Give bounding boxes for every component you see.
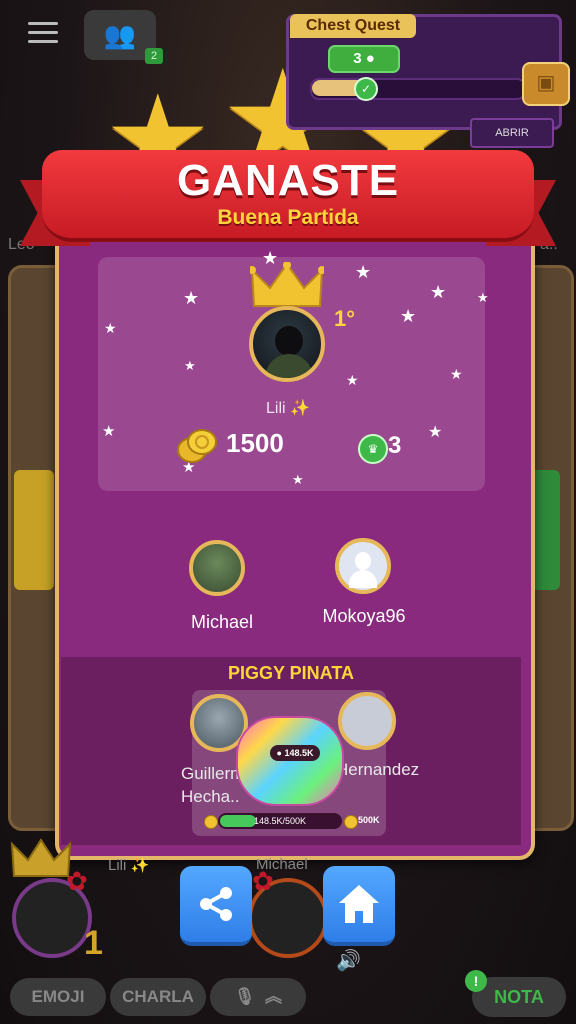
crown-token-icon: ♛ xyxy=(358,434,388,464)
check-icon: ✓ xyxy=(354,77,378,101)
player-name: Michael xyxy=(190,612,254,632)
sparkle-icon: ★ xyxy=(346,372,359,388)
friends-badge: 2 xyxy=(145,48,163,64)
coin-icon: ● xyxy=(365,50,375,67)
background-bottom-name: Lili ✨ xyxy=(108,857,150,874)
winner-avatar xyxy=(249,306,325,382)
coin-icon xyxy=(204,815,218,829)
bottom-player-rank: 1 xyxy=(84,924,103,962)
pinata-max-label: 500K xyxy=(358,815,380,825)
rose-icon: ✿ xyxy=(252,866,274,896)
emoji-button[interactable]: EMOJI xyxy=(10,978,106,1016)
sparkle-icon: ★ xyxy=(477,290,489,305)
mic-muted-icon: 🎙 xyxy=(233,987,256,1006)
pinata-player-avatar-placeholder xyxy=(338,692,396,750)
chest-quest-progress-fill xyxy=(312,80,360,96)
winner-name: Lili ✨ xyxy=(266,400,310,417)
mic-toggle[interactable]: 🎙 ︽ xyxy=(210,978,306,1016)
player-name: Mokoya96 xyxy=(322,606,406,626)
home-button[interactable] xyxy=(323,866,395,946)
coin-icon xyxy=(344,815,358,829)
crown-icon xyxy=(10,838,72,877)
note-badge: ! xyxy=(465,970,487,992)
menu-icon[interactable] xyxy=(28,22,58,44)
winner-crowns: 3 xyxy=(388,432,402,459)
speaker-icon[interactable]: 🔊 xyxy=(336,948,361,973)
sparkle-icon: ★ xyxy=(355,262,372,282)
winner-coins: 1500 xyxy=(226,428,284,458)
treasure-chest-icon[interactable]: ▣ xyxy=(522,62,570,106)
pinata-progress-label: 148.5K/500K xyxy=(253,816,307,826)
sparkle-icon: ★ xyxy=(104,320,117,336)
result-title: GANASTE xyxy=(176,156,400,205)
chevron-up-icon[interactable]: ︽ xyxy=(265,987,282,1006)
home-icon xyxy=(339,885,379,923)
chat-button[interactable]: CHARLA xyxy=(110,978,206,1016)
rose-icon: ✿ xyxy=(66,866,88,896)
pinata-title: PIGGY PINATA xyxy=(227,663,355,683)
result-subtitle: Buena Partida xyxy=(217,206,359,229)
player-avatar xyxy=(189,540,245,596)
pinata-player-right-name: Hernandez xyxy=(336,760,420,779)
friends-icon: 👥 xyxy=(103,20,137,50)
sparkle-icon: ★ xyxy=(102,423,116,440)
sparkle-icon: ★ xyxy=(184,358,196,373)
sparkle-icon: ★ xyxy=(183,288,200,308)
coins-icon xyxy=(177,429,217,463)
winner-rank: 1° xyxy=(334,306,356,331)
sparkle-icon: ★ xyxy=(450,366,463,382)
pinata-amount: ● 148.5K xyxy=(270,745,320,761)
crown-icon xyxy=(250,262,324,307)
piggy-pinata-icon[interactable] xyxy=(236,716,344,806)
open-chest-button[interactable]: ABRIR xyxy=(470,118,554,148)
share-icon xyxy=(200,887,232,921)
share-button[interactable] xyxy=(180,866,252,946)
player-avatar-placeholder xyxy=(335,538,391,594)
sparkle-icon: ★ xyxy=(400,306,417,326)
chest-quest-title: Chest Quest xyxy=(290,14,416,38)
sparkle-icon: ★ xyxy=(430,282,447,302)
chest-quest-level: 3 ● xyxy=(328,45,400,73)
board-yellow-lane xyxy=(14,470,54,590)
sparkle-icon: ★ xyxy=(428,424,443,441)
sparkle-icon: ★ xyxy=(292,472,304,487)
